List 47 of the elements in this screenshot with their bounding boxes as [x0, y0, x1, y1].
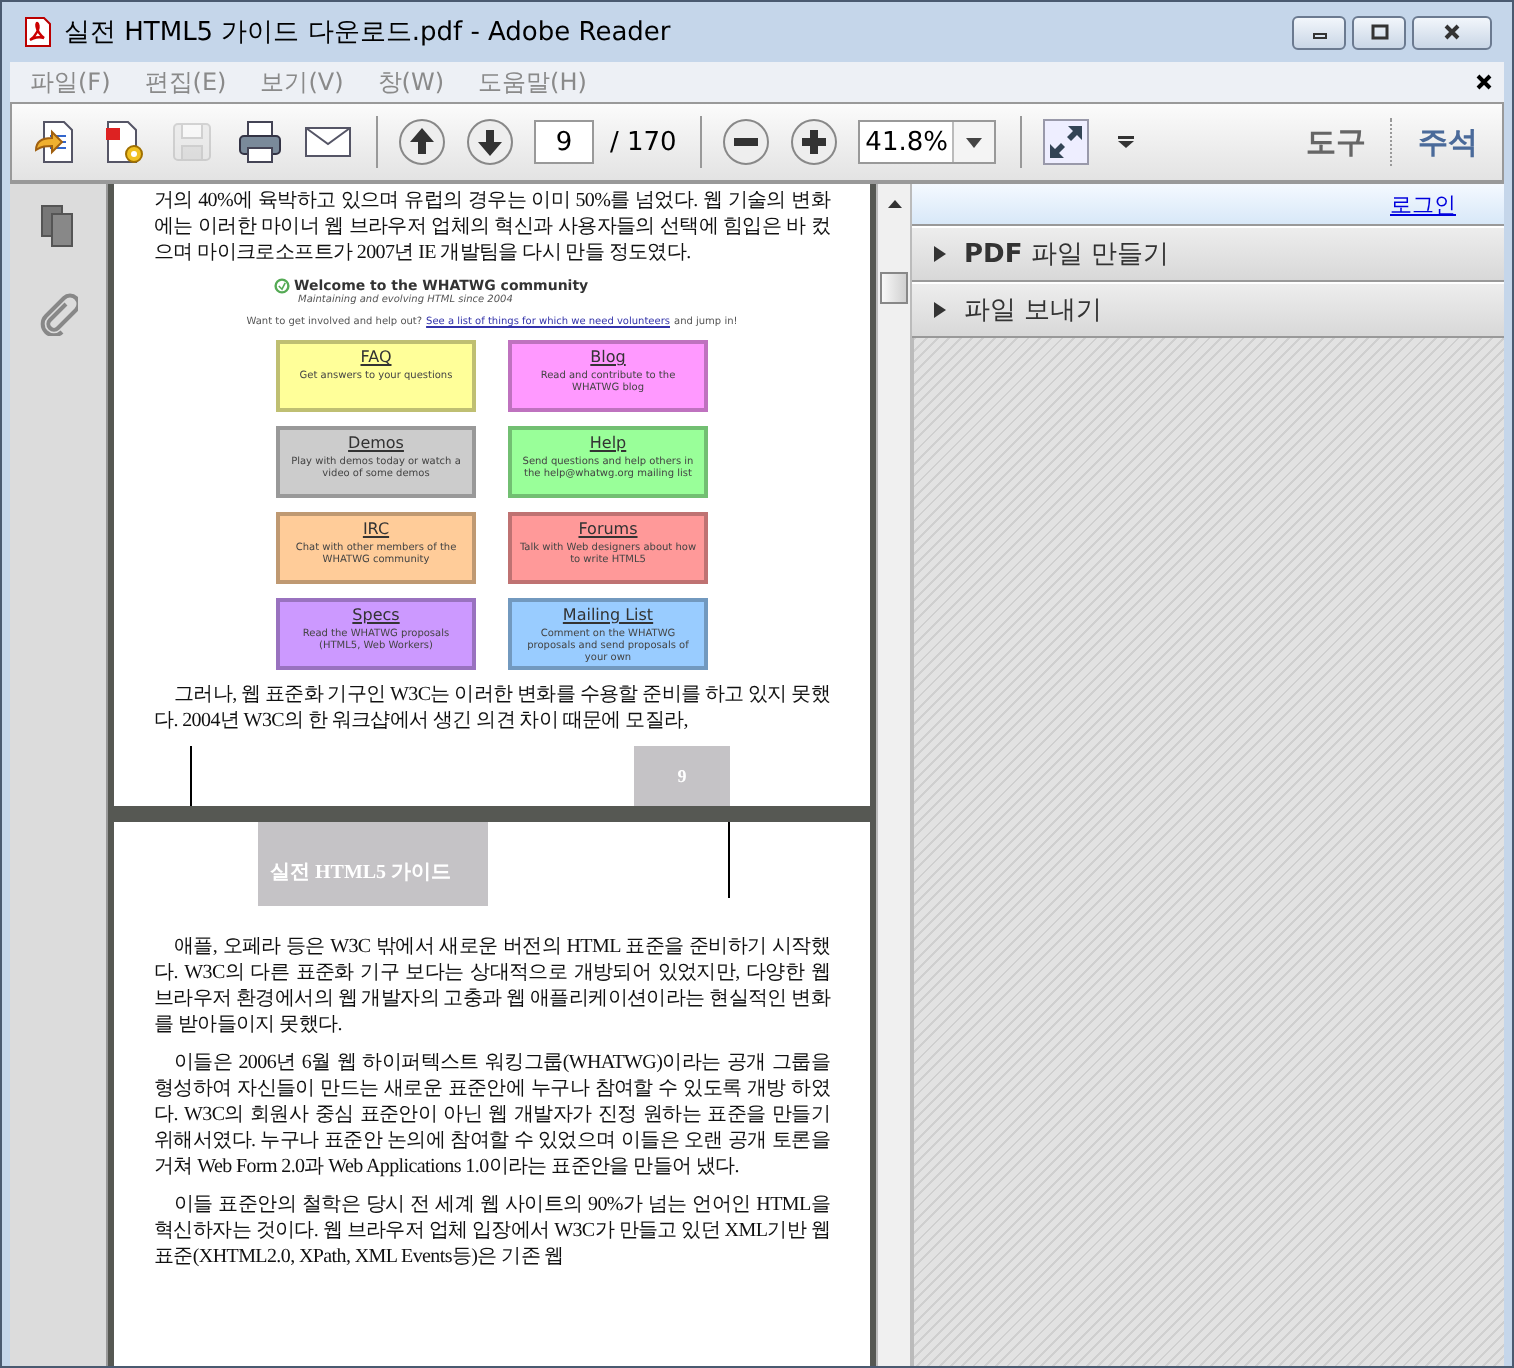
login-link[interactable]: 로그인: [1390, 189, 1456, 219]
panel-section-header[interactable]: PDF 파일 만들기: [912, 226, 1504, 282]
tile-title: Specs: [352, 606, 400, 624]
page-number: 9: [634, 746, 730, 806]
body-paragraph: 이들은 2006년 6월 웹 하이퍼텍스트 워킹그룹(WHATWG)이라는 공개 그룹을 형성하여 자신들이 만드는 새로운 표준안에 누구나 참여할 수 있도록 개방 하였다. W3C의 회원사 중심 표준안이 아닌 웹 개발자가 진정 원하는 표준을 만들기 위해서였다. 누구나 표준안 논의에 참여할 수 있었으며 이들은 오랜 공개 토론을 거쳐 Web Form 2.0과 Web Applications 1.0이라는 표준안을 만들어 냈다.: [154, 1050, 830, 1180]
caret-icon[interactable]: [1118, 136, 1135, 148]
minimize-button[interactable]: [1292, 15, 1346, 49]
print-icon[interactable]: [236, 118, 284, 166]
window-title: 실전 HTML5 가이드 다운로드.pdf - Adobe Reader: [64, 16, 671, 50]
pane-button[interactable]: 도구: [1282, 112, 1390, 172]
zoom-dropdown[interactable]: 41.8%: [858, 120, 997, 164]
tile-title: Mailing List: [562, 606, 654, 624]
triangle-icon: [932, 302, 948, 318]
close-button[interactable]: [1412, 15, 1492, 49]
body-paragraph: 애플, 오페라 등은 W3C 밖에서 새로운 버전의 HTML 표준을 준비하기 시작했다. W3C의 다른 표준화 기구 보다는 상대적으로 개방되어 있었지만, 다양한 웹 브라우저 환경에서의 웹 개발자의 고충과 웹 애플리케이션이라는 현실적인 변화를 받아들이지 못했다.: [154, 934, 830, 1038]
tile-title: Forums: [578, 520, 638, 538]
scrollbar[interactable]: [876, 184, 912, 1366]
caret-icon: [966, 137, 983, 147]
tile-title: Demos: [348, 434, 404, 452]
close-icon: [1442, 22, 1462, 42]
body-paragraph: 그러나, 웹 표준화 기구인 W3C는 이러한 변화를 수용할 준비를 하고 있지 못했다. 2004년 W3C의 한 워크샵에서 생긴 의견 차이 때문에 모질라,: [154, 682, 830, 734]
logo-icon: [274, 278, 290, 294]
scroll-up-icon[interactable]: [887, 200, 901, 208]
page-total: / 170: [610, 127, 677, 157]
pdf-file-icon: [22, 16, 54, 48]
maximize-icon: [1369, 22, 1389, 42]
body-paragraph: 거의 40%에 육박하고 있으며 유럽의 경우는 이미 50%를 넘었다. 웹 기술의 변화에는 이러한 마이너 웹 브라우저 업체의 혁신과 사용자들의 선택에 힘입은 바 컸으며 마이크로소프트가 2007년 IE 개발팀을 다시 만들 정도였다.: [154, 188, 830, 266]
zoom-in-icon[interactable]: [790, 118, 839, 166]
pages-icon[interactable]: [38, 204, 78, 248]
maximize-button[interactable]: [1352, 15, 1406, 49]
zoom-out-icon[interactable]: [722, 118, 771, 166]
section-label: 파일 보내기: [964, 294, 1103, 328]
tile-title: FAQ: [360, 348, 392, 366]
body-paragraph: 이들 표준안의 철학은 당시 전 세계 웹 사이트의 90%가 넘는 언어인 HTML을 혁신하자는 것이다. 웹 브라우저 업체 입장에서 W3C가 만들고 있던 XML기반 웹 표준(XHTML2.0, XPath, XML Events등)은 기존 웹: [154, 1192, 830, 1270]
tile-title: Blog: [590, 348, 626, 366]
triangle-icon: [932, 246, 948, 262]
running-header: 실전 HTML5 가이드: [258, 822, 488, 906]
section-label: PDF 파일 만들기: [964, 238, 1169, 272]
expand-icon[interactable]: [1042, 118, 1091, 166]
scroll-thumb[interactable]: [880, 272, 908, 304]
panel-section-header[interactable]: 파일 보내기: [912, 282, 1504, 338]
tile-title: Help: [589, 434, 627, 452]
pane-button[interactable]: 주석: [1394, 112, 1502, 172]
tile-title: IRC: [362, 520, 390, 538]
page-number-field[interactable]: 9: [534, 120, 594, 164]
paperclip-icon[interactable]: [38, 292, 78, 336]
close-icon[interactable]: [1476, 74, 1492, 90]
